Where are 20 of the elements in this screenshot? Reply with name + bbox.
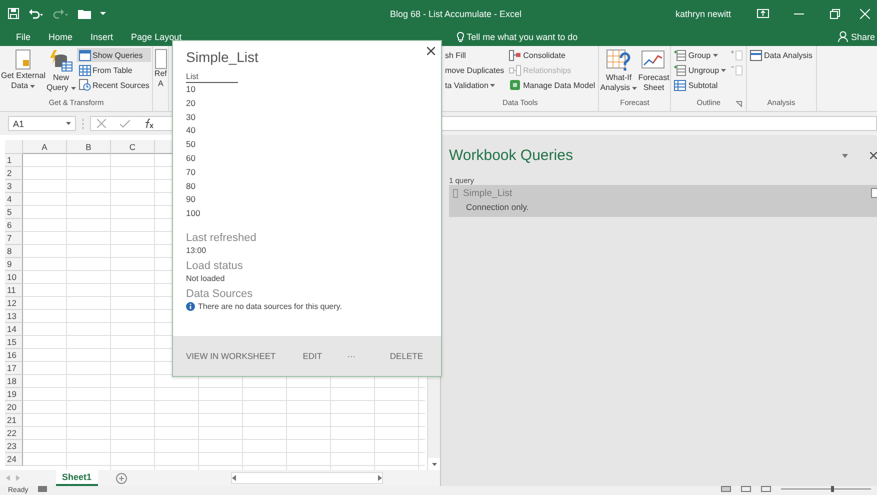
value-cell-text: 90 <box>186 193 196 206</box>
column-header: List <box>186 72 238 83</box>
value-cell-text: 50 <box>186 138 196 152</box>
value-cell-text: 10 <box>186 83 196 96</box>
window-title: Blog 68 - List Accumulate - Excel <box>390 8 522 18</box>
value-cell-text: 30 <box>186 110 196 124</box>
section-heading: Load status <box>186 260 244 272</box>
value-cell-text: 70 <box>186 166 196 179</box>
popup-title: Simple_List <box>186 49 260 65</box>
value-cell-text: 40 <box>186 124 196 138</box>
value-cell-text: 60 <box>186 152 196 165</box>
value-cell-text: 100 <box>186 207 202 220</box>
section-heading: Last refreshed <box>186 232 258 244</box>
value-cell-text: 20 <box>186 96 196 110</box>
info-text: There are no data sources for this query. <box>198 302 342 311</box>
section-value: 13:00 <box>186 246 208 255</box>
pane-title: Workbook Queries <box>449 147 573 164</box>
section-value: Not loaded <box>186 274 226 283</box>
section-heading: Data Sources <box>186 288 254 300</box>
value-cell-text: 80 <box>186 180 196 193</box>
